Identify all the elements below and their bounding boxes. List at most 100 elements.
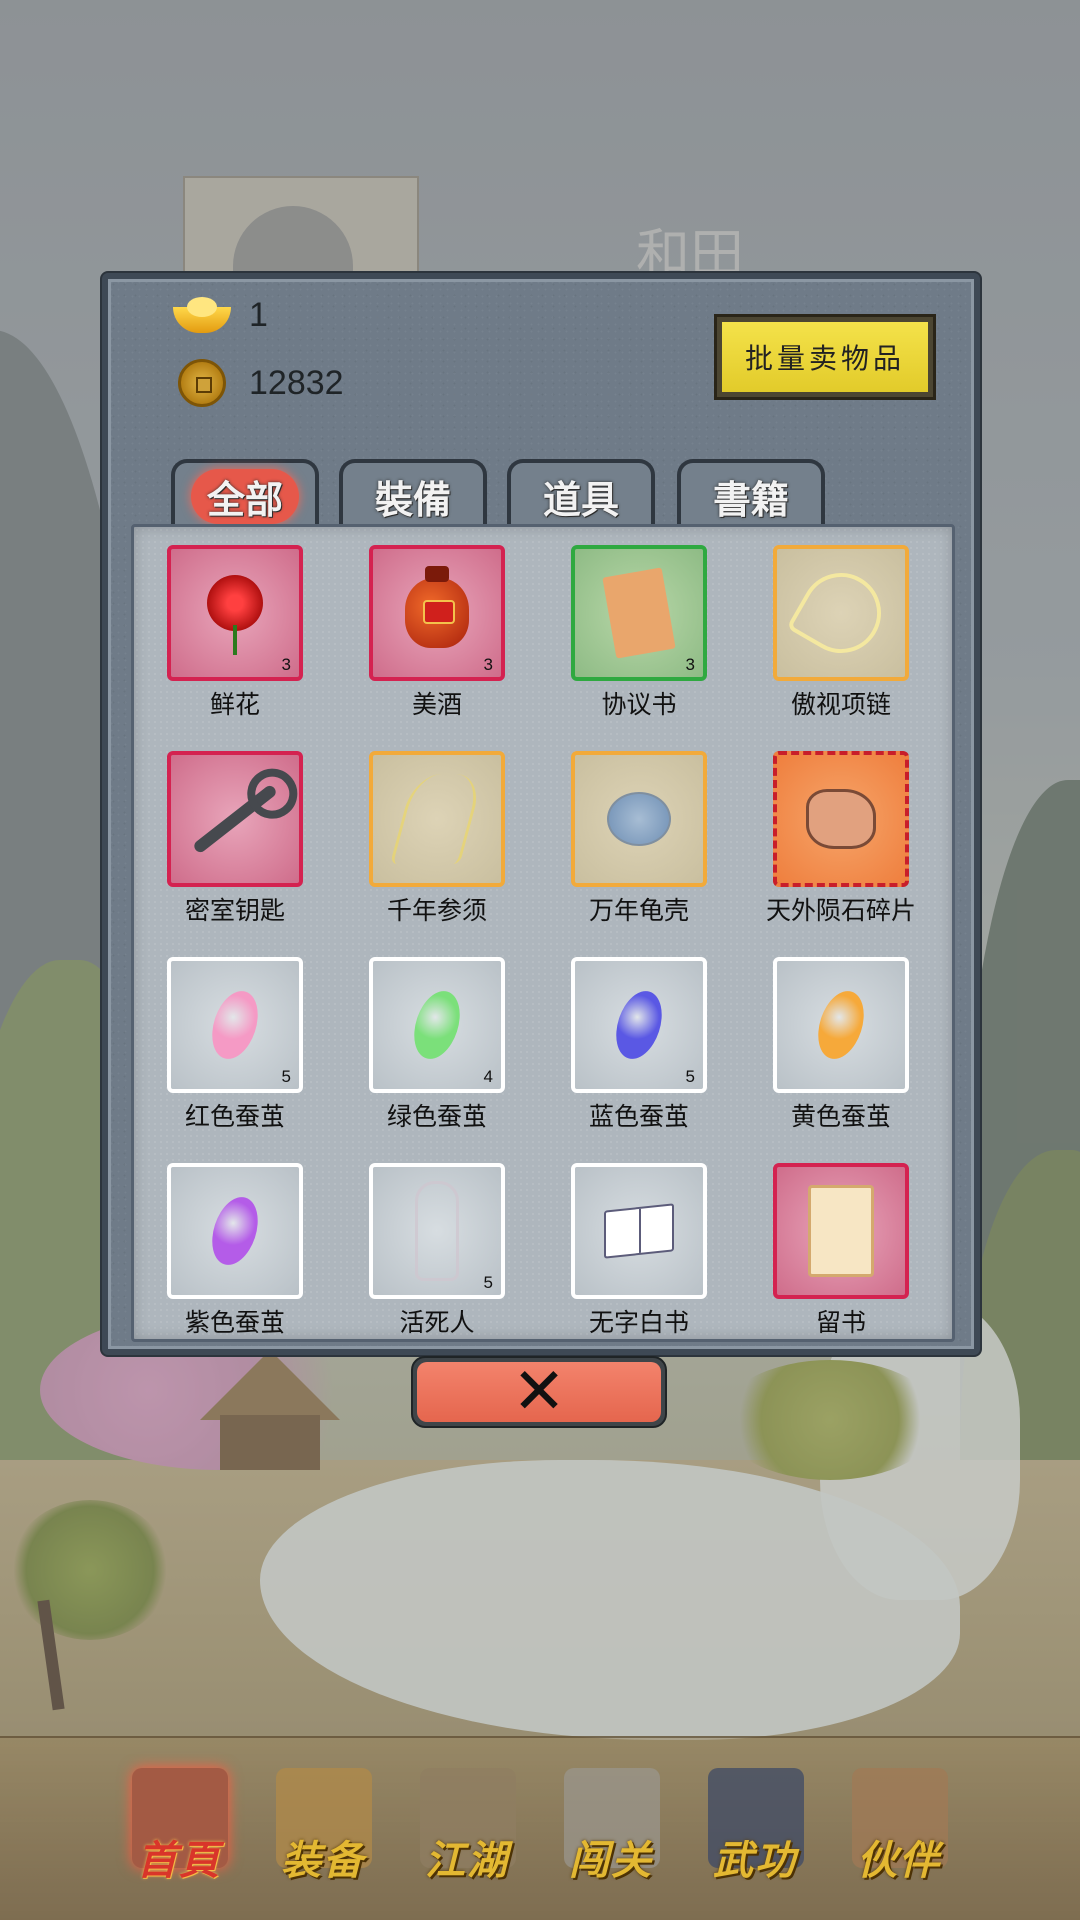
book-icon [604,1203,674,1259]
item-living-dead[interactable]: 5 活死人 [369,1163,505,1339]
nav-jianghu[interactable]: 江湖 [408,1768,518,1898]
item-slot[interactable]: 3 [369,545,505,681]
nav-martial-arts-label: 武功 [713,1837,797,1884]
cocoon-icon [204,1191,266,1271]
item-label: 密室钥匙 [184,896,285,925]
tab-equipment-label: 裝備 [374,476,451,522]
item-slot[interactable] [571,1163,707,1299]
item-slot[interactable] [571,751,707,887]
nav-partners[interactable]: 伙伴 [840,1768,950,1898]
coin-row: 12832 [173,359,344,407]
ingot-row: 1 [173,295,268,335]
batch-sell-label: 批量卖物品 [722,322,928,392]
item-letter[interactable]: 留书 [773,1163,909,1339]
meteorite-icon [806,789,876,849]
item-slot[interactable] [773,1163,909,1299]
item-green-cocoon[interactable]: 4 绿色蚕茧 [369,957,505,1133]
ginseng-icon [389,774,485,864]
item-ginseng[interactable]: 千年参须 [369,751,505,927]
item-meteorite[interactable]: 天外陨石碎片 [766,751,916,927]
item-label: 红色蚕茧 [184,1102,285,1131]
cocoon-icon [810,985,872,1065]
tab-props-label: 道具 [542,476,619,522]
item-slot[interactable]: 3 [571,545,707,681]
item-label: 绿色蚕茧 [386,1102,487,1131]
tab-equipment[interactable]: 裝備 [339,459,487,529]
item-slot[interactable] [167,751,303,887]
skeleton-icon [415,1181,459,1281]
key-icon [191,783,279,855]
nav-martial-arts[interactable]: 武功 [696,1768,806,1898]
nav-home[interactable]: 首頁 [120,1768,230,1898]
item-fine-wine[interactable]: 3 美酒 [369,545,505,721]
inventory-dialog: 1 12832 批量卖物品 全部 裝備 道具 書籍 3 鲜花 3 美酒 3 协议… [102,273,980,1355]
rose-icon [207,575,263,655]
nav-equipment-label: 装备 [281,1837,365,1884]
nav-partners-label: 伙伴 [857,1837,941,1884]
item-label: 天外陨石碎片 [766,896,917,925]
item-count: 4 [483,1067,493,1086]
item-slot[interactable]: 4 [369,957,505,1093]
item-label: 紫色蚕茧 [184,1308,285,1337]
item-label: 黄色蚕茧 [790,1102,891,1131]
item-count: 3 [281,655,291,674]
close-button[interactable]: ✕ [411,1356,667,1428]
copper-coin-icon [178,359,226,407]
nav-equipment[interactable]: 装备 [264,1768,374,1898]
item-purple-cocoon[interactable]: 紫色蚕茧 [167,1163,303,1339]
item-slot[interactable]: 5 [167,957,303,1093]
ingot-amount: 1 [249,295,268,334]
item-yellow-cocoon[interactable]: 黄色蚕茧 [773,957,909,1133]
item-label: 傲视项链 [790,690,891,719]
tab-all[interactable]: 全部 [171,459,319,529]
item-agreement[interactable]: 3 协议书 [571,545,707,721]
nav-challenge[interactable]: 闯关 [552,1768,662,1898]
category-tabs: 全部 裝備 道具 書籍 [171,459,845,529]
nav-challenge-label: 闯关 [569,1837,653,1884]
tab-props[interactable]: 道具 [507,459,655,529]
coin-amount: 12832 [249,363,344,402]
necklace-icon [786,558,896,668]
item-count: 3 [685,655,695,674]
document-icon [602,567,676,659]
item-slot[interactable] [773,545,909,681]
item-slot[interactable]: 5 [571,957,707,1093]
item-slot[interactable] [167,1163,303,1299]
item-red-cocoon[interactable]: 5 红色蚕茧 [167,957,303,1133]
item-label: 协议书 [601,690,677,719]
item-label: 活死人 [399,1308,475,1337]
item-label: 鲜花 [209,690,260,719]
item-slot[interactable] [773,957,909,1093]
item-label: 万年龟壳 [588,896,689,925]
tab-books-label: 書籍 [712,476,789,522]
cocoon-icon [608,985,670,1065]
item-blank-book[interactable]: 无字白书 [571,1163,707,1339]
nav-home-label: 首頁 [137,1837,221,1884]
item-slot[interactable] [369,751,505,887]
item-turtle-shell[interactable]: 万年龟壳 [571,751,707,927]
item-grid-panel: 3 鲜花 3 美酒 3 协议书 傲视项链 密室钥匙 千年参须 万年龟壳 天外陨石… [131,524,955,1342]
tab-books[interactable]: 書籍 [677,459,825,529]
item-label: 留书 [815,1308,866,1337]
item-label: 无字白书 [588,1308,689,1337]
item-slot[interactable]: 5 [369,1163,505,1299]
batch-sell-button[interactable]: 批量卖物品 [714,314,936,400]
item-label: 千年参须 [386,896,487,925]
cocoon-icon [204,985,266,1065]
item-blue-cocoon[interactable]: 5 蓝色蚕茧 [571,957,707,1133]
item-label: 蓝色蚕茧 [588,1102,689,1131]
item-count: 5 [281,1067,291,1086]
item-necklace[interactable]: 傲视项链 [773,545,909,721]
item-count: 3 [483,655,493,674]
wine-jar-icon [405,566,469,648]
turtle-shell-icon [607,792,671,846]
item-grid: 3 鲜花 3 美酒 3 协议书 傲视项链 密室钥匙 千年参须 万年龟壳 天外陨石… [167,545,916,1339]
item-slot[interactable] [773,751,909,887]
item-fresh-flower[interactable]: 3 鲜花 [167,545,303,721]
tab-all-label: 全部 [190,468,299,524]
item-label: 美酒 [411,690,462,719]
item-secret-key[interactable]: 密室钥匙 [167,751,303,927]
item-slot[interactable]: 3 [167,545,303,681]
bottom-nav: 首頁 装备 江湖 闯关 武功 伙伴 [0,1736,1080,1920]
item-count: 5 [685,1067,695,1086]
